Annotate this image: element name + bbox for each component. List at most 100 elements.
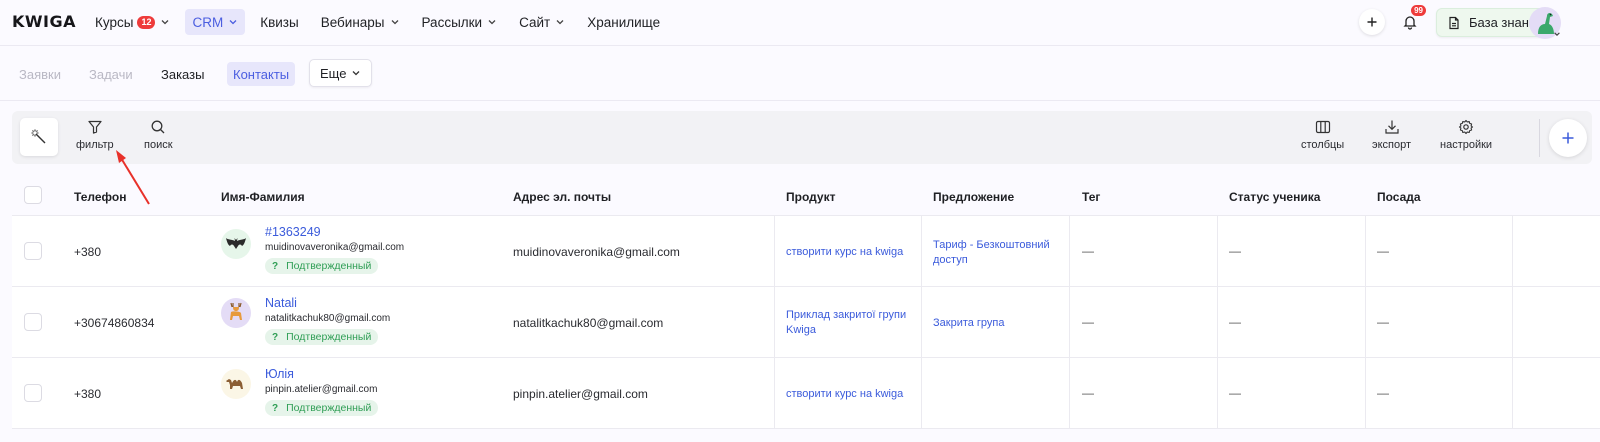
column-divider — [1069, 287, 1070, 357]
kwiga-logo[interactable]: KWIGA — [12, 12, 76, 31]
table-row[interactable]: +380 #1363249 muidinovaveronika@gmail.co… — [12, 216, 1600, 287]
column-divider — [774, 358, 775, 428]
column-divider — [1512, 216, 1513, 286]
status-label: Подтвержденный — [286, 402, 372, 414]
column-header-name[interactable]: Имя-Фамилия — [221, 190, 305, 204]
courses-count-badge: 12 — [137, 15, 156, 29]
row-checkbox[interactable] — [24, 242, 42, 260]
more-dropdown[interactable]: Еще — [309, 59, 373, 87]
tag-cell: — — [1082, 386, 1094, 400]
nav-item-mailings[interactable]: Рассылки — [415, 9, 505, 35]
phone-cell: +380 — [74, 245, 102, 259]
chevron-down-icon — [1554, 32, 1560, 37]
email-cell: pinpin.atelier@gmail.com — [513, 387, 648, 401]
export-button[interactable]: экспорт — [1372, 119, 1411, 151]
column-header-product[interactable]: Продукт — [786, 190, 835, 204]
settings-label: настройки — [1440, 139, 1493, 151]
columns-button[interactable]: столбцы — [1301, 119, 1344, 151]
table-row[interactable]: +30674860834 Natali natalitkachuk80@gmai… — [12, 287, 1600, 358]
status-label: Подтвержденный — [286, 260, 372, 272]
table-row[interactable]: +380 Юлія pinpin.atelier@gmail.com ? Подт… — [12, 358, 1600, 429]
chevron-down-icon — [391, 20, 398, 25]
chevron-down-icon — [556, 20, 564, 25]
status-label: Подтвержденный — [286, 331, 372, 343]
contact-email-small: muidinovaveronika@gmail.com — [265, 242, 405, 253]
product-cell[interactable]: Приклад закритої групи Kwiga — [786, 308, 914, 338]
tab-requests[interactable]: Заявки — [13, 62, 67, 86]
nav-item-webinars[interactable]: Вебинары — [314, 9, 407, 35]
filter-label: фильтр — [76, 139, 114, 151]
status-badge: ? Подтвержденный — [265, 329, 379, 345]
column-header-offer[interactable]: Предложение — [933, 190, 1014, 204]
bell-icon — [1403, 16, 1417, 30]
column-divider — [921, 216, 922, 286]
nav-label: Хранилище — [587, 14, 661, 30]
document-icon — [1449, 16, 1459, 29]
name-cell: Юлія pinpin.atelier@gmail.com ? Подтвержд… — [265, 367, 379, 416]
main-nav: Курсы 12 CRM Квизы Вебинары Рассылки Сай… — [88, 9, 675, 35]
crm-subnav: Заявки Задачи Заказы Контакты Еще — [0, 47, 1600, 101]
contact-email-small: pinpin.atelier@gmail.com — [265, 384, 378, 395]
status-badge: ? Подтвержденный — [265, 258, 379, 274]
contact-avatar — [221, 298, 251, 328]
select-all-checkbox[interactable] — [24, 186, 42, 204]
contact-name-link[interactable]: #1363249 — [265, 225, 404, 239]
nav-item-crm[interactable]: CRM — [185, 9, 246, 35]
column-divider — [1217, 287, 1218, 357]
add-button[interactable] — [1359, 9, 1385, 35]
column-divider — [1069, 358, 1070, 428]
column-divider — [1365, 287, 1366, 357]
column-divider — [921, 358, 922, 428]
add-contact-button[interactable] — [1549, 119, 1587, 157]
nav-item-quizzes[interactable]: Квизы — [253, 9, 305, 35]
question-icon: ? — [272, 402, 279, 414]
plus-icon — [1367, 17, 1377, 27]
top-navigation: KWIGA Курсы 12 CRM Квизы Вебинары Рассыл… — [0, 0, 1600, 46]
column-divider — [1365, 216, 1366, 286]
row-checkbox[interactable] — [24, 313, 42, 331]
tab-contacts[interactable]: Контакты — [227, 62, 296, 86]
chevron-down-icon — [161, 20, 169, 25]
column-divider — [1365, 358, 1366, 428]
row-checkbox[interactable] — [24, 384, 42, 402]
plus-icon — [1562, 132, 1574, 144]
search-label: поиск — [144, 139, 173, 151]
deer-icon — [230, 302, 242, 320]
toolbar-divider — [1539, 119, 1540, 157]
bat-icon — [226, 238, 246, 249]
contact-name-link[interactable]: Юлія — [265, 367, 378, 381]
column-divider — [1217, 216, 1218, 286]
position-cell: — — [1377, 386, 1389, 400]
offer-cell[interactable]: Закрита група — [933, 316, 1063, 331]
nav-item-storage[interactable]: Хранилище — [580, 9, 667, 35]
nav-label: Сайт — [519, 14, 551, 30]
contact-avatar — [221, 229, 251, 259]
product-cell[interactable]: створити курс на kwiga — [786, 245, 921, 260]
filter-button[interactable]: фильтр — [76, 119, 114, 151]
column-header-position[interactable]: Посада — [1377, 190, 1421, 204]
search-button[interactable]: поиск — [144, 119, 173, 151]
nav-item-courses[interactable]: Курсы 12 — [88, 9, 177, 35]
table-toolbar: фильтр поиск столбцы экспорт настройки — [12, 111, 1592, 164]
offer-cell[interactable]: Тариф - Безкоштовний доступ — [933, 238, 1063, 268]
chevron-down-icon — [352, 71, 360, 76]
student-status-cell: — — [1229, 244, 1241, 258]
column-header-phone[interactable]: Телефон — [74, 190, 126, 204]
tab-orders[interactable]: Заказы — [155, 62, 210, 86]
column-header-tag[interactable]: Тег — [1082, 190, 1100, 204]
contact-name-link[interactable]: Natali — [265, 296, 390, 310]
notifications-button[interactable]: 99 — [1397, 5, 1426, 35]
nav-label: Рассылки — [421, 14, 483, 30]
student-status-cell: — — [1229, 315, 1241, 329]
magic-wand-button[interactable] — [20, 118, 58, 156]
export-label: экспорт — [1372, 139, 1412, 151]
tag-cell: — — [1082, 244, 1094, 258]
column-header-email[interactable]: Адрес эл. почты — [513, 190, 611, 204]
email-cell: natalitkachuk80@gmail.com — [513, 316, 664, 330]
tab-tasks[interactable]: Задачи — [83, 62, 139, 86]
nav-item-site[interactable]: Сайт — [512, 9, 572, 35]
nav-label: CRM — [192, 14, 224, 30]
column-header-student-status[interactable]: Статус ученика — [1229, 190, 1320, 204]
settings-button[interactable]: настройки — [1440, 119, 1492, 151]
product-cell[interactable]: створити курс на kwiga — [786, 387, 921, 402]
